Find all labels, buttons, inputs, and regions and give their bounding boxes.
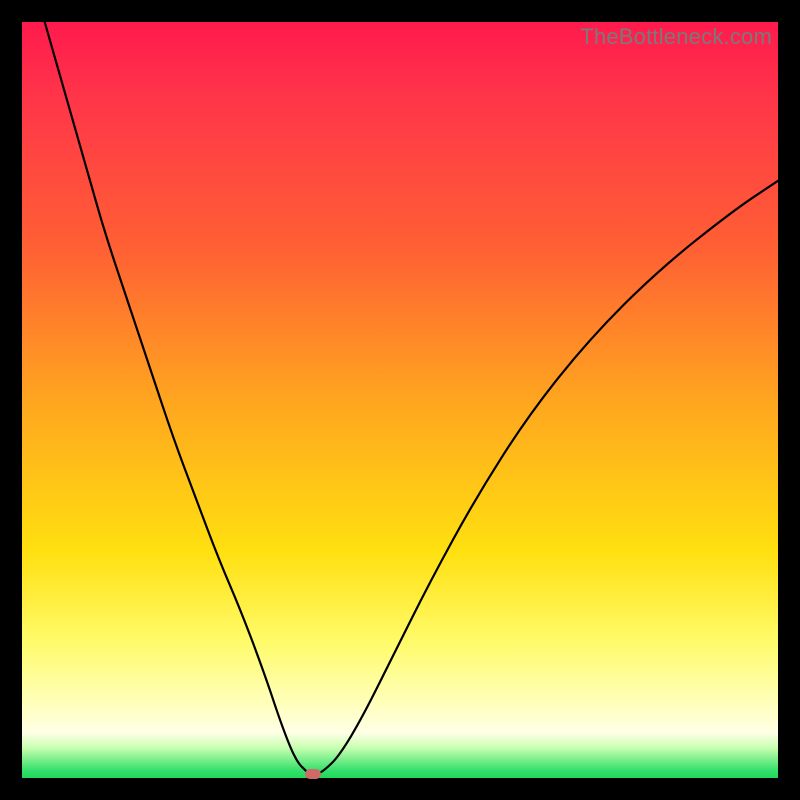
chart-frame: TheBottleneck.com (0, 0, 800, 800)
optimum-marker (305, 769, 321, 779)
plot-area: TheBottleneck.com (22, 22, 778, 778)
bottleneck-curve (22, 22, 778, 778)
